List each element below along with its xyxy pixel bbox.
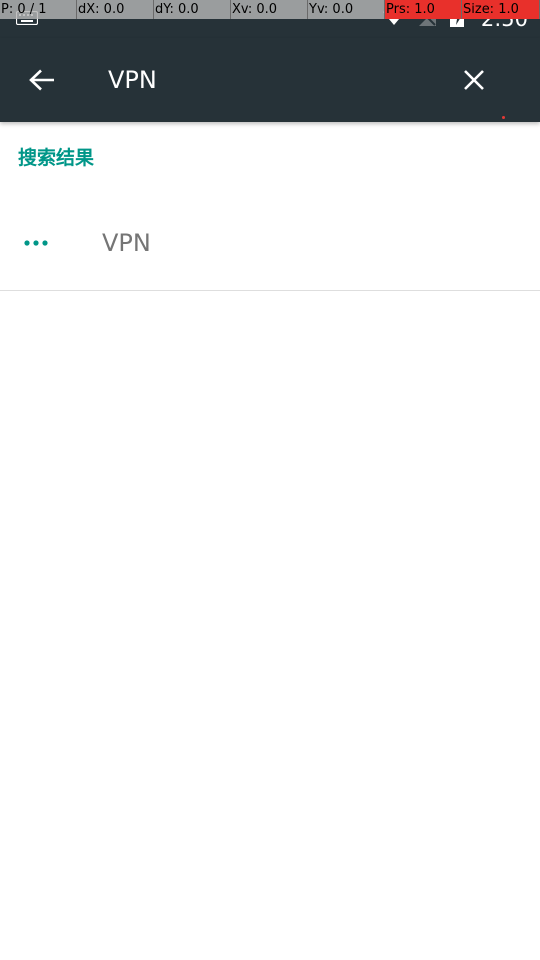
back-button[interactable] — [22, 60, 62, 100]
clear-search-button[interactable] — [454, 60, 494, 100]
settings-search-screen: 2:50 P: 0 / 1 dX: 0.0 dY: 0.0 Xv: 0.0 Yv… — [0, 0, 540, 960]
more-horizontal-icon — [22, 234, 50, 252]
debug-pointer-count: P: 0 / 1 — [0, 0, 77, 19]
arrow-back-icon — [29, 69, 54, 91]
debug-dx: dX: 0.0 — [77, 0, 154, 19]
debug-dy: dY: 0.0 — [154, 0, 231, 19]
close-icon — [464, 70, 484, 90]
debug-size: Size: 1.0 — [462, 0, 540, 19]
debug-yv: Yv: 0.0 — [308, 0, 385, 19]
search-results-header: 搜索结果 — [18, 147, 95, 169]
search-input[interactable] — [108, 58, 438, 102]
search-toolbar — [0, 38, 540, 122]
touch-indicator — [502, 116, 505, 119]
search-result-item[interactable]: VPN — [0, 196, 540, 291]
search-result-title: VPN — [102, 229, 151, 257]
pointer-location-overlay: P: 0 / 1 dX: 0.0 dY: 0.0 Xv: 0.0 Yv: 0.0… — [0, 0, 540, 19]
debug-pressure: Prs: 1.0 — [385, 0, 462, 19]
debug-xv: Xv: 0.0 — [231, 0, 308, 19]
